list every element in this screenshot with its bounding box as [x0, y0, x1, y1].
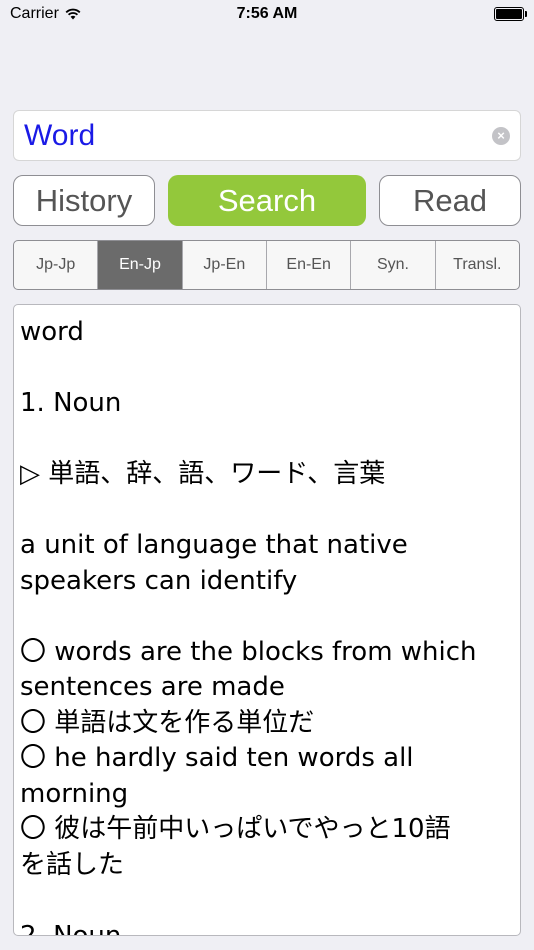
result-line: word	[20, 317, 84, 347]
result-line: ▷ 単語、辞、語、ワード、言葉	[20, 459, 386, 489]
tab-en-jp[interactable]: En-Jp	[98, 241, 183, 289]
result-line: 1. Noun	[20, 388, 122, 418]
battery-icon	[494, 7, 527, 21]
tab-en-en[interactable]: En-En	[267, 241, 352, 289]
result-line: sentences are made	[20, 672, 285, 702]
result-line: を話した	[20, 849, 125, 880]
result-line: 〇 彼は午前中いっぱいでやっと10語	[20, 814, 451, 844]
status-time: 7:56 AM	[236, 5, 298, 22]
result-line: 〇 he hardly said ten words all	[20, 743, 414, 773]
tab-jp-en[interactable]: Jp-En	[183, 241, 267, 289]
result-line	[20, 493, 514, 529]
read-button[interactable]: Read	[379, 175, 521, 226]
result-line: 〇 words are the blocks from which	[20, 636, 477, 667]
result-line	[20, 351, 514, 387]
result-line: a unit of language that native	[20, 530, 408, 560]
status-bar: Carrier 7:56 AM	[0, 0, 534, 28]
result-line: speakers can identify	[20, 565, 298, 596]
search-button[interactable]: Search	[168, 175, 366, 226]
dictionary-tabs: Jp-Jp En-Jp Jp-En En-En Syn. Transl.	[13, 240, 520, 290]
search-input[interactable]: Word	[24, 119, 492, 153]
tab-transl[interactable]: Transl.	[436, 241, 519, 289]
result-line: morning	[20, 778, 129, 809]
result-line	[20, 883, 514, 919]
history-button[interactable]: History	[13, 175, 155, 226]
result-panel[interactable]: word 1. Noun ▷ 単語、辞、語、ワード、言葉 a unit of lang…	[13, 304, 521, 936]
tab-jp-jp[interactable]: Jp-Jp	[14, 241, 99, 289]
result-line	[20, 422, 514, 458]
result-line: 2. Noun	[20, 920, 122, 936]
result-line: 〇 単語は文を作る単位だ	[20, 707, 315, 738]
search-field[interactable]: Word ×	[13, 110, 521, 161]
tab-syn[interactable]: Syn.	[351, 241, 436, 289]
clear-icon[interactable]: ×	[492, 126, 510, 145]
result-line	[20, 599, 514, 635]
